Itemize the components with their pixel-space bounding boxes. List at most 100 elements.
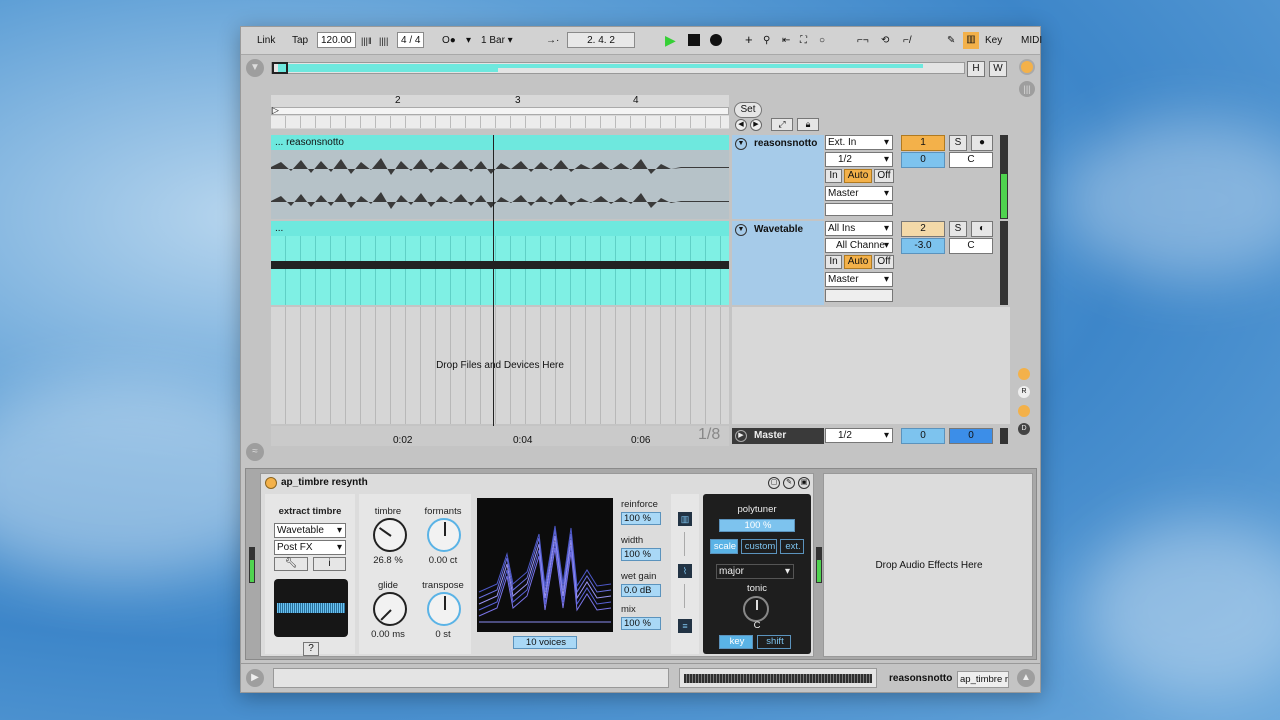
width-field[interactable]: 100 %	[621, 548, 661, 561]
track-1-fold-icon[interactable]: ▼	[735, 138, 747, 150]
track-2-monitor-auto[interactable]: Auto	[844, 255, 872, 269]
key-button[interactable]: key	[719, 635, 753, 649]
timbre-knob[interactable]	[373, 518, 407, 552]
track-2-arm-icon[interactable]: ◐	[971, 221, 993, 237]
arrangement-position-field[interactable]: 2. 4. 2	[567, 32, 635, 48]
right-dot-2-icon[interactable]	[1018, 405, 1030, 417]
reenable-automation-icon[interactable]: ⇤	[782, 33, 790, 49]
grid-zoom-label[interactable]: 1/8	[698, 426, 720, 444]
set-locator-button[interactable]: Set	[734, 102, 762, 118]
track-2-input-select[interactable]: All Ins	[825, 221, 893, 236]
track-1-monitor-auto[interactable]: Auto	[844, 169, 872, 183]
nudge-up-icon[interactable]: ||||	[379, 33, 388, 49]
loop-icon[interactable]: ⟲	[881, 33, 889, 49]
track-2-name[interactable]: Wavetable	[754, 224, 803, 235]
custom-mode-button[interactable]: custom	[741, 539, 777, 554]
track-2-fold-icon[interactable]: ▼	[735, 224, 747, 236]
list-mode-icon[interactable]: ≡	[678, 619, 692, 633]
master-pan[interactable]: 0	[949, 428, 993, 444]
track-2-solo[interactable]: S	[949, 221, 967, 237]
next-locator-icon[interactable]: ▶	[750, 119, 762, 131]
draw-mode-icon[interactable]: ✎	[947, 33, 955, 49]
automation-arm-icon[interactable]: ⚲	[763, 33, 770, 49]
source-mode-select[interactable]: Post FX	[274, 540, 346, 555]
device-edit-icon[interactable]: ✎	[783, 477, 795, 489]
d-button[interactable]: D	[1018, 423, 1030, 435]
computer-midi-keyboard-icon[interactable]: ▥	[963, 32, 979, 49]
session-view-icon[interactable]	[1019, 59, 1035, 75]
overview-viewport[interactable]	[272, 62, 288, 74]
groove-pool-icon[interactable]: ≈	[246, 443, 264, 461]
status-clip-waveform[interactable]	[679, 668, 877, 688]
master-header[interactable]: ▶ Master	[732, 428, 824, 444]
status-device-name[interactable]: ap_timbre r	[957, 671, 1009, 688]
master-volume[interactable]: 0	[901, 428, 945, 444]
track-2-volume[interactable]: -3.0	[901, 238, 945, 254]
link-button[interactable]: Link	[257, 33, 275, 49]
punch-in-icon[interactable]: ⌐¬	[857, 33, 869, 49]
prev-locator-icon[interactable]: ◀	[735, 119, 747, 131]
follow-icon[interactable]: →·	[546, 33, 559, 49]
right-dot-1-icon[interactable]	[1018, 368, 1030, 380]
fold-expand-icon[interactable]: ⤢	[771, 118, 793, 131]
track-1-input-select[interactable]: Ext. In	[825, 135, 893, 150]
spectrum-mode-icon[interactable]: ⌇	[678, 564, 692, 578]
device-fold-icon[interactable]: ▢	[768, 477, 780, 489]
device-view-toggle-icon[interactable]: ▶	[246, 669, 264, 687]
info-button[interactable]: i	[313, 557, 346, 571]
expand-panel-icon[interactable]: ▲	[1017, 669, 1035, 687]
master-channel-select[interactable]: 1/2	[825, 428, 893, 443]
h-zoom-button[interactable]: H	[967, 61, 985, 77]
track-1-clip[interactable]: ... reasonsnotto	[271, 135, 729, 219]
voices-field[interactable]: 10 voices	[513, 636, 577, 649]
track-2-header[interactable]: ▼ Wavetable	[732, 221, 824, 305]
track-1-arm-icon[interactable]: ●	[971, 135, 993, 151]
track-1-volume[interactable]: 0	[901, 152, 945, 168]
track-1-output-select[interactable]: Master	[825, 186, 893, 201]
ext-mode-button[interactable]: ext.	[780, 539, 804, 554]
track-1-pan[interactable]: C	[949, 152, 993, 168]
help-button[interactable]: ?	[303, 642, 319, 656]
capture-icon[interactable]: ⛶	[800, 33, 807, 49]
track-2-pan[interactable]: C	[949, 238, 993, 254]
time-ruler[interactable]: 0:02 0:04 0:06 1/8	[271, 426, 729, 446]
key-map-button[interactable]: Key	[985, 33, 1002, 49]
wet-gain-field[interactable]: 0.0 dB	[621, 584, 661, 597]
drop-effects-area[interactable]: Drop Audio Effects Here	[823, 473, 1033, 657]
scale-select[interactable]: major	[716, 564, 794, 579]
track-1-sub-output[interactable]	[825, 203, 893, 216]
arrangement-overview[interactable]	[271, 62, 965, 74]
track-2-sub-output[interactable]	[825, 289, 893, 302]
nudge-down-icon[interactable]: |||‖	[361, 33, 372, 49]
metronome-menu-icon[interactable]: ▾	[466, 33, 471, 49]
beat-ruler[interactable]: 2 3 4 ▷	[271, 95, 729, 129]
metronome-icon[interactable]: O●	[442, 33, 456, 49]
shift-button[interactable]: shift	[757, 635, 791, 649]
track-1-name[interactable]: reasonsnotto	[754, 138, 817, 149]
tempo-field[interactable]: 120.00	[317, 32, 356, 48]
track-2-clip[interactable]: ...	[271, 221, 729, 305]
stop-icon[interactable]	[688, 34, 700, 46]
session-record-icon[interactable]: ○	[819, 33, 825, 49]
formants-knob[interactable]	[427, 518, 461, 552]
track-2-monitor-off[interactable]: Off	[874, 255, 894, 269]
track-2-monitor-in[interactable]: In	[825, 255, 842, 269]
overdub-icon[interactable]: +	[745, 32, 753, 48]
play-icon[interactable]: ▶	[665, 32, 676, 48]
quantize-select[interactable]: 1 Bar ▾	[481, 33, 513, 49]
track-1-solo[interactable]: S	[949, 135, 967, 151]
mix-field[interactable]: 100 %	[621, 617, 661, 630]
track-2-channel-select[interactable]: All Channe	[825, 238, 893, 253]
master-fold-icon[interactable]: ▶	[735, 430, 747, 442]
track-2-output-select[interactable]: Master	[825, 272, 893, 287]
tap-button[interactable]: Tap	[292, 33, 308, 49]
wrench-icon[interactable]: 🔧︎	[274, 557, 308, 571]
browser-toggle-icon[interactable]: ▼	[246, 59, 264, 77]
piano-mode-icon[interactable]: ▥	[678, 512, 692, 526]
lock-icon[interactable]: 🔒︎	[797, 118, 819, 131]
transpose-knob[interactable]	[427, 592, 461, 626]
midi-map-button[interactable]: MIDI	[1021, 33, 1042, 49]
record-icon[interactable]	[710, 34, 722, 46]
device-title[interactable]: ap_timbre resynth	[281, 477, 368, 488]
loop-brace[interactable]	[271, 107, 729, 115]
